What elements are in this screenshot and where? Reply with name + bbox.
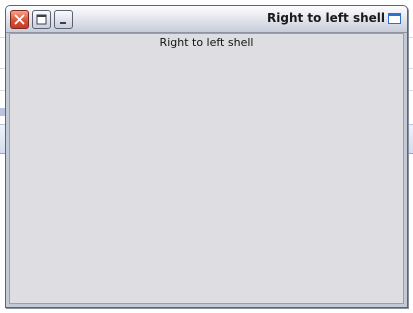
close-icon bbox=[14, 14, 25, 25]
maximize-icon bbox=[36, 14, 47, 25]
maximize-button[interactable] bbox=[32, 10, 51, 29]
shell-client-area: Right to left shell bbox=[9, 33, 404, 304]
close-button[interactable] bbox=[10, 10, 29, 29]
shell-label: Right to left shell bbox=[159, 36, 254, 49]
minimize-icon bbox=[60, 22, 66, 24]
minimize-button[interactable] bbox=[54, 10, 73, 29]
title-bar[interactable]: Right to left shell bbox=[6, 6, 407, 33]
window-title: Right to left shell bbox=[267, 11, 385, 25]
window-icon bbox=[388, 13, 401, 24]
shell-window: Right to left shell Right to left shell bbox=[5, 5, 408, 308]
